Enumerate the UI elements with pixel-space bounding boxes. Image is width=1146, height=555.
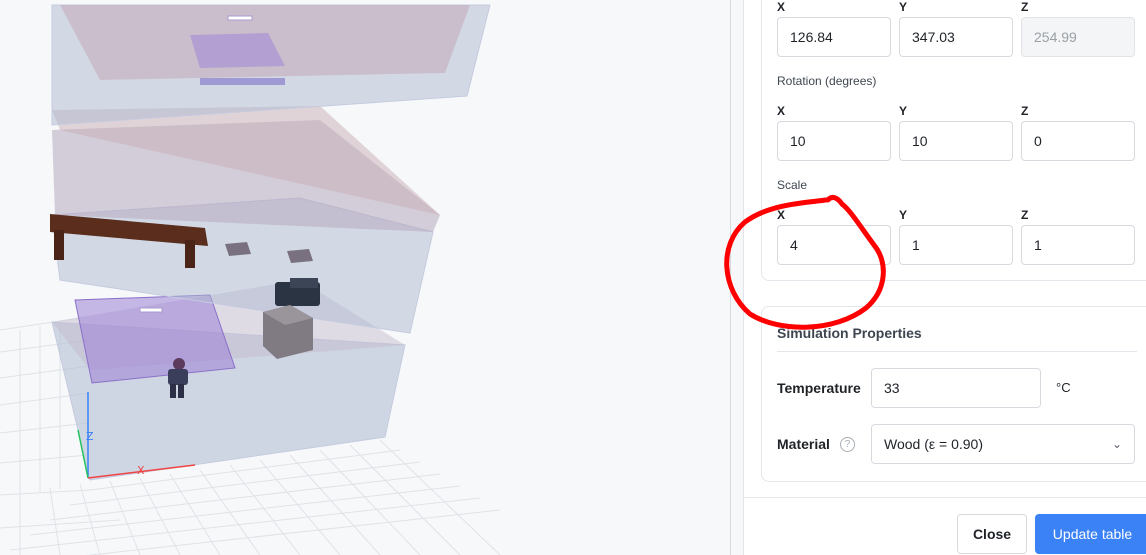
position-x-input[interactable]: 126.84	[777, 17, 891, 57]
axis-x-label: X	[137, 464, 145, 477]
simulation-title: Simulation Properties	[777, 325, 922, 341]
scale-x-input[interactable]: 4	[777, 225, 891, 265]
rotation-x-label: X	[777, 104, 786, 118]
position-z-input: 254.99	[1021, 17, 1135, 57]
section-divider	[777, 351, 1137, 352]
scale-z-input[interactable]: 1	[1021, 225, 1135, 265]
rotation-x-input[interactable]: 10	[777, 121, 891, 161]
scale-y-input[interactable]: 1	[899, 225, 1013, 265]
rotation-y-input[interactable]: 10	[899, 121, 1013, 161]
material-select[interactable]: Wood (ε = 0.90) ⌄	[871, 424, 1135, 464]
floor-pad-1[interactable]	[225, 242, 251, 256]
scale-z-label: Z	[1021, 208, 1029, 222]
rotation-z-label: Z	[1021, 104, 1029, 118]
position-y-input[interactable]: 347.03	[899, 17, 1013, 57]
rotation-title: Rotation (degrees)	[777, 74, 877, 88]
position-y-label: Y	[899, 0, 908, 14]
chevron-down-icon: ⌄	[1111, 437, 1122, 451]
scene-canvas[interactable]	[0, 0, 743, 555]
axis-z-label: Z	[86, 430, 94, 443]
floor-pad-2[interactable]	[287, 249, 313, 263]
properties-panel: X Y Z 126.84 347.03 254.99 Rotation (deg…	[743, 0, 1146, 555]
position-x-label: X	[777, 0, 786, 14]
material-label: Material	[777, 436, 830, 452]
question-circle-icon[interactable]: ?	[840, 437, 855, 452]
scale-x-label: X	[777, 208, 786, 222]
material-select-value: Wood (ε = 0.90)	[884, 436, 983, 452]
footer-divider	[744, 497, 1146, 498]
update-table-button[interactable]: Update table	[1035, 514, 1146, 554]
rotation-z-input[interactable]: 0	[1021, 121, 1135, 161]
floor-box-upper[interactable]	[51, 4, 491, 126]
temperature-label: Temperature	[777, 380, 861, 396]
chair-object[interactable]	[275, 278, 320, 306]
position-z-label: Z	[1021, 0, 1029, 14]
scale-y-label: Y	[899, 208, 908, 222]
pane-divider[interactable]	[730, 0, 731, 555]
app-root: Z X X Y Z 126.84 347.03 254.99 Rotation …	[0, 0, 1146, 555]
rotation-y-label: Y	[899, 104, 908, 118]
scene-viewport[interactable]: Z X	[0, 0, 743, 555]
temperature-input[interactable]: 33	[871, 368, 1041, 408]
scale-title: Scale	[777, 178, 808, 192]
temperature-unit: °C	[1056, 380, 1071, 395]
close-button[interactable]: Close	[957, 514, 1027, 554]
zone-label-tag	[139, 307, 163, 313]
